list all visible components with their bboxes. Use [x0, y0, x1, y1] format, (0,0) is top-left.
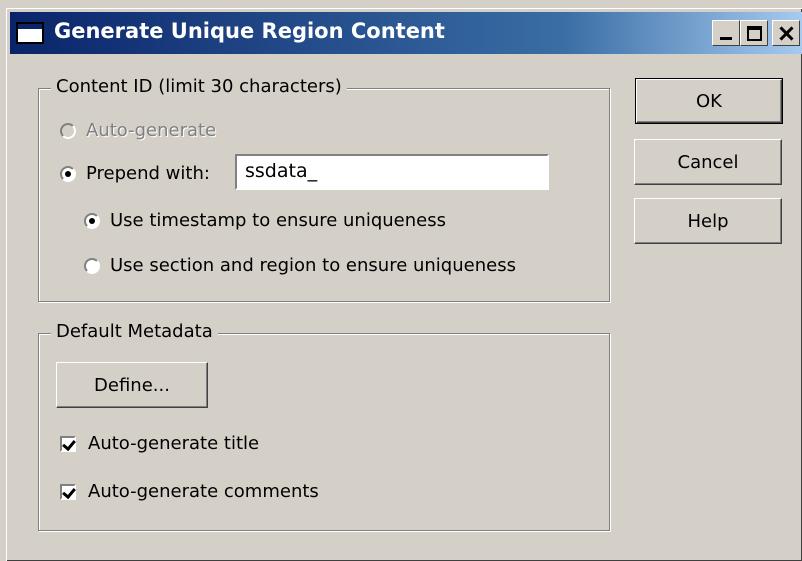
help-button[interactable]: Help [634, 198, 782, 244]
section-region-label: Use section and region to ensure uniquen… [110, 255, 516, 276]
auto-comments-label: Auto-generate comments [88, 481, 319, 502]
section-region-radio[interactable] [84, 257, 100, 274]
auto-generate-radio[interactable] [60, 122, 76, 139]
prepend-radio-row: Prepend with: [60, 163, 210, 184]
prepend-label: Prepend with: [86, 163, 210, 184]
auto-title-label: Auto-generate title [88, 433, 260, 454]
define-button[interactable]: Define... [56, 362, 208, 408]
auto-generate-label: Auto-generate [86, 120, 217, 141]
window-icon [16, 22, 44, 44]
minimize-button[interactable] [712, 20, 740, 46]
prepend-input[interactable]: ssdata_ [235, 154, 549, 190]
auto-generate-radio-row: Auto-generate [60, 120, 216, 141]
window-title: Generate Unique Region Content [54, 19, 445, 43]
timestamp-radio[interactable] [84, 212, 100, 229]
timestamp-label: Use timestamp to ensure uniqueness [110, 210, 446, 231]
auto-title-checkbox[interactable] [60, 435, 76, 452]
auto-comments-checkbox[interactable] [60, 483, 76, 500]
auto-title-row: Auto-generate title [60, 433, 259, 454]
prepend-radio[interactable] [60, 165, 76, 182]
timestamp-radio-row: Use timestamp to ensure uniqueness [84, 210, 446, 231]
default-metadata-legend: Default Metadata [51, 321, 218, 342]
ok-button[interactable]: OK [635, 78, 783, 124]
content-id-legend: Content ID (limit 30 characters) [51, 76, 347, 97]
title-bar[interactable]: Generate Unique Region Content [10, 12, 802, 54]
cancel-button[interactable]: Cancel [634, 139, 782, 185]
auto-comments-row: Auto-generate comments [60, 481, 319, 502]
section-region-radio-row: Use section and region to ensure uniquen… [84, 255, 516, 276]
maximize-button[interactable] [740, 20, 768, 46]
close-button[interactable] [772, 20, 800, 46]
